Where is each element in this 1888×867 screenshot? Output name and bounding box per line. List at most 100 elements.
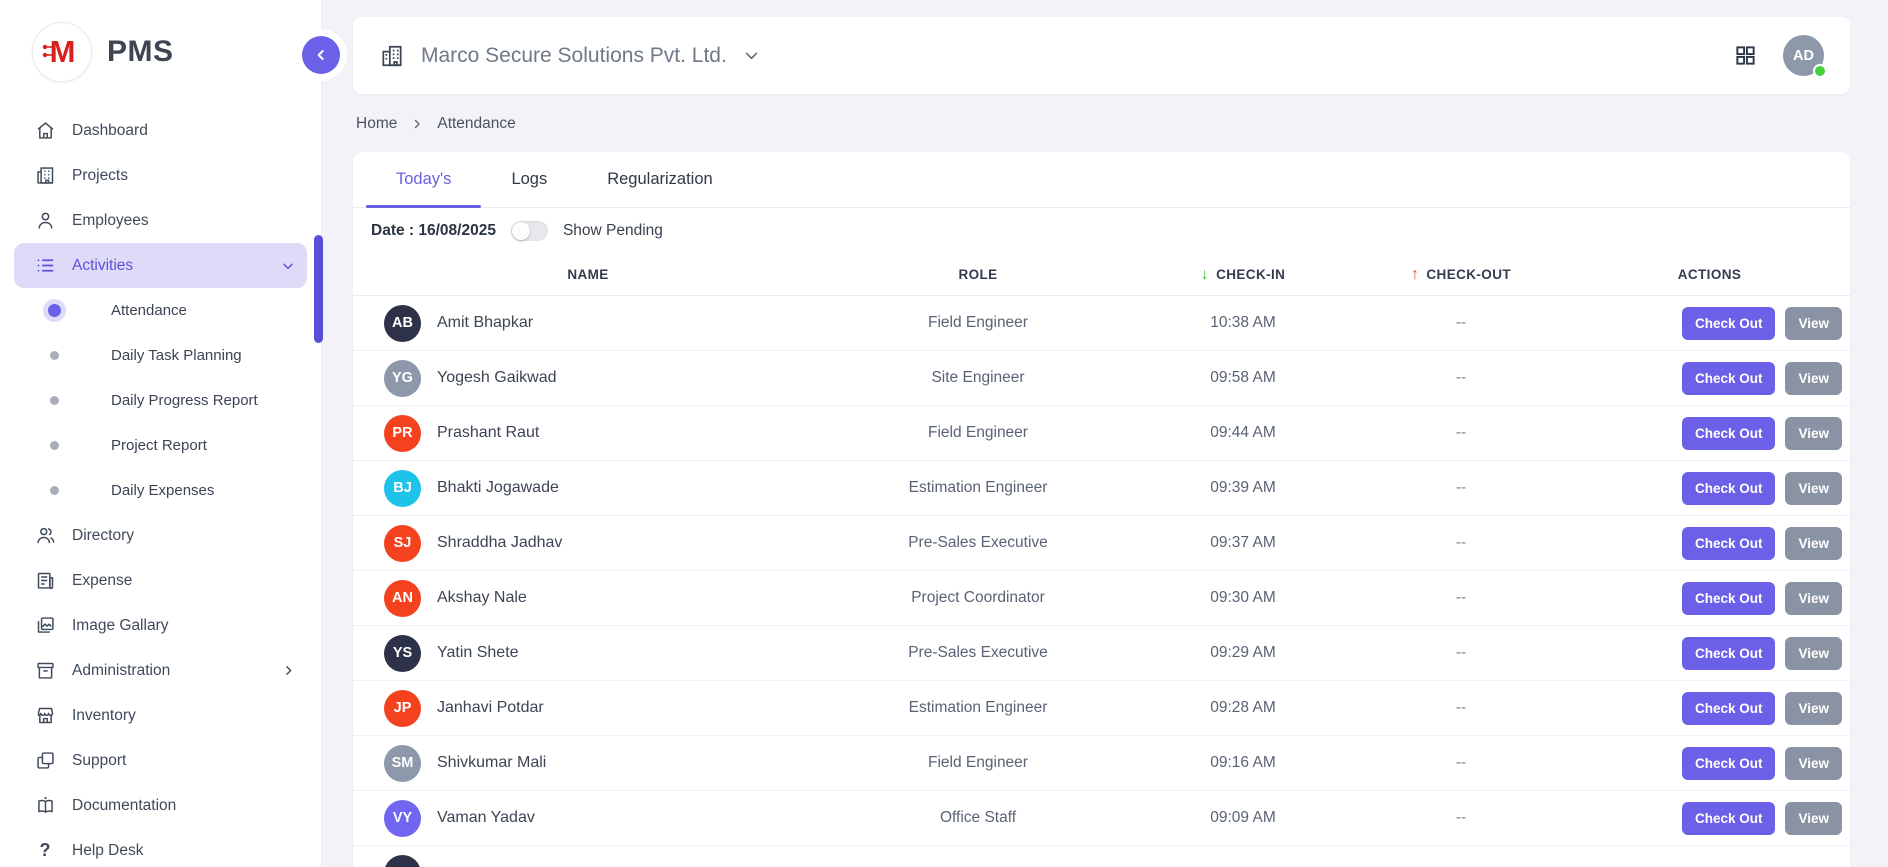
tab-todays[interactable]: Today's [366, 152, 481, 207]
check-out-button[interactable]: Check Out [1682, 692, 1776, 725]
chevron-down-icon [281, 259, 295, 273]
sidebar-item-support[interactable]: Support [14, 738, 307, 783]
avatar: YG [384, 360, 421, 397]
store-icon [34, 705, 56, 727]
receipt-icon [34, 570, 56, 592]
sidebar-item-documentation[interactable]: Documentation [14, 783, 307, 828]
check-in-time: 09:16 AM [1133, 754, 1353, 772]
breadcrumb-home[interactable]: Home [356, 115, 397, 133]
avatar: VY [384, 800, 421, 837]
sidebar-subitem-daily-task-planning[interactable]: Daily Task Planning [14, 333, 307, 378]
check-out-time: -- [1353, 424, 1569, 442]
user-avatar[interactable]: AD [1783, 35, 1824, 76]
person-icon [34, 210, 56, 232]
sidebar-item-activities[interactable]: Activities [14, 243, 307, 288]
column-header-role: ROLE [823, 267, 1133, 282]
check-out-button[interactable]: Check Out [1682, 362, 1776, 395]
sidebar-item-label: Projects [72, 167, 128, 185]
tab-regularization[interactable]: Regularization [577, 152, 742, 207]
sidebar-item-label: Employees [72, 212, 149, 230]
sidebar-item-expense[interactable]: Expense [14, 558, 307, 603]
sidebar-item-directory[interactable]: Directory [14, 513, 307, 558]
sidebar-item-dashboard[interactable]: Dashboard [14, 108, 307, 153]
check-in-time: 09:37 AM [1133, 534, 1353, 552]
show-pending-label: Show Pending [563, 222, 663, 240]
employee-role: Field Engineer [823, 424, 1133, 442]
row-actions: Check Out View [1569, 362, 1850, 395]
employee-role: Field Engineer [823, 754, 1133, 772]
check-out-button[interactable]: Check Out [1682, 637, 1776, 670]
sidebar-item-label: Expense [72, 572, 132, 590]
sidebar-subitem-label: Project Report [111, 437, 207, 454]
row-actions: Check Out View [1569, 527, 1850, 560]
table-row: VY Vaman Yadav Office Staff 09:09 AM -- … [353, 791, 1850, 846]
check-out-button[interactable]: Check Out [1682, 307, 1776, 340]
sort-desc-icon[interactable]: ↓ [1201, 267, 1209, 283]
sidebar-subitem-project-report[interactable]: Project Report [14, 423, 307, 468]
view-button[interactable]: View [1785, 362, 1842, 395]
sidebar-subitem-label: Daily Task Planning [111, 347, 242, 364]
avatar: AN [384, 580, 421, 617]
view-button[interactable]: View [1785, 307, 1842, 340]
company-building-icon [379, 43, 405, 69]
check-out-time: -- [1353, 369, 1569, 387]
sidebar-item-help-desk[interactable]: ? Help Desk [14, 828, 307, 867]
check-out-time: -- [1353, 534, 1569, 552]
row-actions: Check Out View [1569, 747, 1850, 780]
view-button[interactable]: View [1785, 637, 1842, 670]
app-logo: M PMS [0, 0, 321, 100]
sidebar-collapse-button[interactable] [302, 36, 340, 74]
sidebar-item-inventory[interactable]: Inventory [14, 693, 307, 738]
chevron-left-icon [313, 47, 329, 63]
table-row: JP Janhavi Potdar Estimation Engineer 09… [353, 681, 1850, 736]
employee-role: Project Coordinator [823, 589, 1133, 607]
check-in-time: 09:58 AM [1133, 369, 1353, 387]
check-out-button[interactable]: Check Out [1682, 527, 1776, 560]
company-selector[interactable]: Marco Secure Solutions Pvt. Ltd. [379, 43, 760, 69]
view-button[interactable]: View [1785, 472, 1842, 505]
view-button[interactable]: View [1785, 582, 1842, 615]
employee-role: Pre-Sales Executive [823, 534, 1133, 552]
check-out-time: -- [1353, 644, 1569, 662]
column-header-actions: ACTIONS [1569, 267, 1850, 282]
sidebar-item-administration[interactable]: Administration [14, 648, 307, 693]
tab-label: Today's [396, 170, 451, 189]
show-pending-toggle[interactable] [511, 221, 548, 241]
employee-role: Site Engineer [823, 369, 1133, 387]
check-out-button[interactable]: Check Out [1682, 417, 1776, 450]
view-button[interactable]: View [1785, 417, 1842, 450]
sidebar-item-projects[interactable]: Projects [14, 153, 307, 198]
table-row: SJ Shraddha Jadhav Pre-Sales Executive 0… [353, 516, 1850, 571]
sidebar-scrollbar-thumb[interactable] [314, 235, 323, 343]
check-out-button[interactable]: Check Out [1682, 582, 1776, 615]
apps-grid-icon[interactable] [1734, 44, 1757, 67]
sort-asc-icon[interactable]: ↑ [1411, 267, 1419, 283]
employee-name: Akshay Nale [437, 589, 527, 607]
view-button[interactable]: View [1785, 747, 1842, 780]
sidebar-item-image-gallary[interactable]: Image Gallary [14, 603, 307, 648]
active-dot-icon [48, 304, 61, 317]
chevron-right-icon [411, 118, 423, 130]
table-row: YS Yatin Shete Pre-Sales Executive 09:29… [353, 626, 1850, 681]
check-in-time: 09:30 AM [1133, 589, 1353, 607]
toggle-knob [512, 222, 530, 240]
date-label: Date : 16/08/2025 [371, 222, 496, 240]
check-out-button[interactable]: Check Out [1682, 802, 1776, 835]
check-out-button[interactable]: Check Out [1682, 747, 1776, 780]
avatar: BJ [384, 470, 421, 507]
view-button[interactable]: View [1785, 527, 1842, 560]
column-header-check-in: ↓CHECK-IN [1133, 267, 1353, 283]
check-out-button[interactable]: Check Out [1682, 472, 1776, 505]
view-button[interactable]: View [1785, 692, 1842, 725]
sidebar-item-label: Administration [72, 662, 170, 680]
employee-role: Estimation Engineer [823, 699, 1133, 717]
sidebar-subitem-attendance[interactable]: Attendance [14, 288, 307, 333]
sidebar-subitem-daily-expenses[interactable]: Daily Expenses [14, 468, 307, 513]
table-row [353, 846, 1850, 867]
dot-icon [50, 396, 59, 405]
view-button[interactable]: View [1785, 802, 1842, 835]
tab-logs[interactable]: Logs [481, 152, 577, 207]
chevron-down-icon [743, 47, 760, 64]
sidebar-subitem-daily-progress-report[interactable]: Daily Progress Report [14, 378, 307, 423]
sidebar-item-employees[interactable]: Employees [14, 198, 307, 243]
